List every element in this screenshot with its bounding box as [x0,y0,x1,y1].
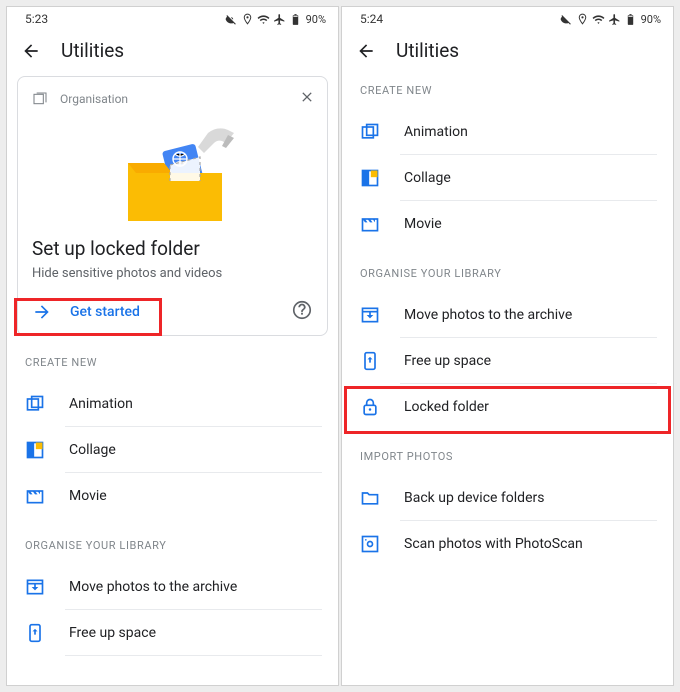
list-item-label: Collage [404,170,451,186]
battery-icon [289,13,302,26]
list-item-locked-folder[interactable]: Locked folder [342,384,673,430]
list-item-label: Locked folder [404,399,489,415]
card-title: Set up locked folder [32,237,313,260]
wifi-icon [257,13,270,26]
list-item-archive[interactable]: Move photos to the archive [7,564,338,610]
section-create-new: CREATE NEW [342,76,673,109]
list-item-collage[interactable]: Collage [7,427,338,473]
free-space-icon [360,351,380,371]
list-item-label: Movie [404,216,442,232]
list-item-label: Back up device folders [404,490,544,506]
list-item-animation[interactable]: Animation [342,109,673,155]
list-item-label: Move photos to the archive [404,307,572,323]
animation-icon [25,394,45,414]
promo-card: Organisation Set up locked folder Hide s… [17,76,328,336]
battery-text: 90% [641,13,661,26]
page-title: Utilities [396,39,459,62]
airplane-icon [273,13,286,26]
list-item-photoscan[interactable]: Scan photos with PhotoScan [342,521,673,567]
arrow-back-icon [21,40,41,62]
movie-icon [25,486,45,506]
close-icon [299,89,315,105]
list-item-label: Move photos to the archive [69,579,237,595]
list-item-label: Animation [404,124,468,140]
archive-icon [360,305,380,325]
list-item-freeup[interactable]: Free up space [7,610,338,656]
screen-right: 5:24 90% Utilities CREATE NEW Animation … [341,6,674,686]
list-item-backup[interactable]: Back up device folders [342,475,673,521]
get-started-button[interactable]: Get started [32,302,140,322]
list-item-label: Movie [69,488,107,504]
list-item-freeup[interactable]: Free up space [342,338,673,384]
app-bar: Utilities [342,29,673,76]
folder-illustration [32,115,313,225]
collage-icon [360,168,380,188]
wifi-icon [592,13,605,26]
close-button[interactable] [299,89,315,109]
section-organise: ORGANISE YOUR LIBRARY [342,247,673,292]
page-title: Utilities [61,39,124,62]
screen-left: 5:23 90% Utilities Organisation [6,6,339,686]
cards-icon [32,91,48,107]
archive-icon [25,577,45,597]
list-item-label: Animation [69,396,133,412]
section-create-new: CREATE NEW [7,336,338,381]
list-item-movie[interactable]: Movie [7,473,338,519]
help-icon [291,299,313,321]
status-time: 5:23 [25,12,48,26]
status-time: 5:24 [360,12,383,26]
card-tag: Organisation [60,92,128,106]
location-icon [241,13,254,26]
get-started-label: Get started [70,304,140,320]
list-item-collage[interactable]: Collage [342,155,673,201]
section-organise: ORGANISE YOUR LIBRARY [7,519,338,564]
card-subtitle: Hide sensitive photos and videos [32,266,313,281]
collage-icon [25,440,45,460]
arrow-right-icon [32,302,52,322]
list-item-archive[interactable]: Move photos to the archive [342,292,673,338]
no-call-icon [560,13,573,26]
list-item-movie[interactable]: Movie [342,201,673,247]
no-call-icon [225,13,238,26]
status-bar: 5:23 90% [7,7,338,29]
list-item-label: Scan photos with PhotoScan [404,536,583,552]
list-item-animation[interactable]: Animation [7,381,338,427]
movie-icon [360,214,380,234]
status-icons: 90% [225,13,326,26]
arrow-back-icon [356,40,376,62]
photoscan-icon [360,534,380,554]
lock-icon [360,397,380,417]
status-bar: 5:24 90% [342,7,673,29]
back-button[interactable] [21,41,41,61]
section-import: IMPORT PHOTOS [342,430,673,475]
status-icons: 90% [560,13,661,26]
back-button[interactable] [356,41,376,61]
app-bar: Utilities [7,29,338,76]
free-space-icon [25,623,45,643]
list-item-label: Collage [69,442,116,458]
animation-icon [360,122,380,142]
airplane-icon [608,13,621,26]
battery-text: 90% [306,13,326,26]
folder-icon [360,488,380,508]
location-icon [576,13,589,26]
list-item-label: Free up space [404,353,491,369]
help-button[interactable] [291,299,313,325]
list-item-label: Free up space [69,625,156,641]
battery-icon [624,13,637,26]
